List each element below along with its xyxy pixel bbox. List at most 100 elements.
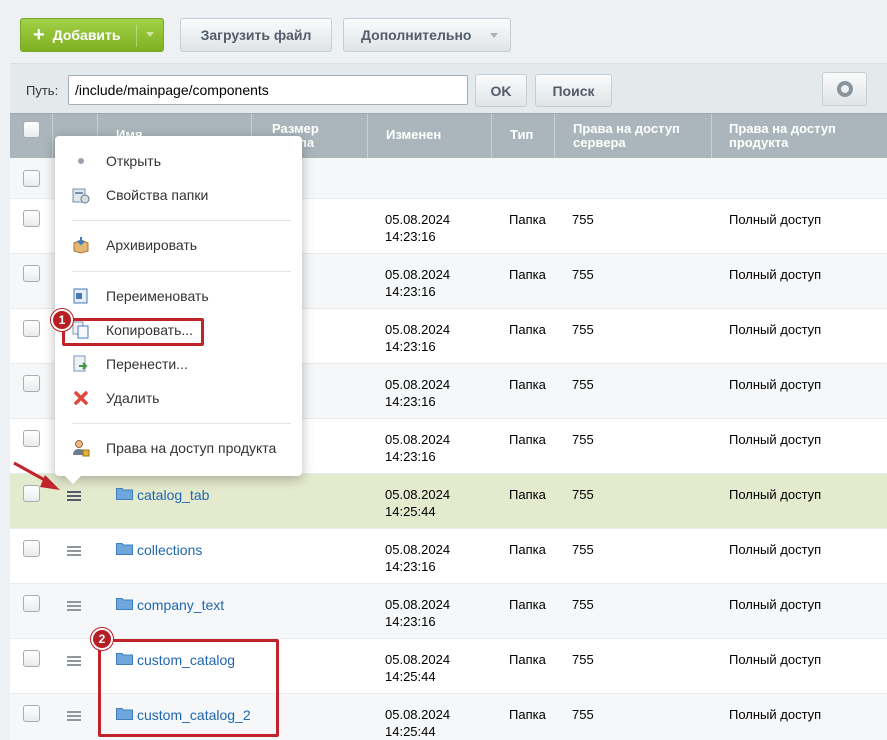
table-row[interactable]: company_text 05.08.2024 14:23:16 Папка 755 По… <box>10 584 887 639</box>
header-select-cell <box>10 114 53 159</box>
row-checkbox[interactable] <box>23 650 40 667</box>
menu-divider <box>72 220 291 221</box>
chevron-down-icon[interactable] <box>146 32 154 37</box>
add-button-separator <box>136 25 137 47</box>
folder-name-link[interactable]: catalog_tab <box>137 487 209 503</box>
row-checkbox[interactable] <box>23 540 40 557</box>
product-rights-cell: Полный доступ <box>729 377 822 392</box>
folder-name-link[interactable]: company_text <box>137 597 224 613</box>
row-checkbox[interactable] <box>23 375 40 392</box>
more-button[interactable]: Дополнительно <box>343 18 511 52</box>
modified-date: 05.08.2024 14:25:44 <box>385 707 451 739</box>
menu-item-delete[interactable]: Удалить <box>55 385 302 411</box>
menu-item-label: Удалить <box>106 390 160 406</box>
server-rights-cell: 755 <box>572 652 594 667</box>
path-input[interactable] <box>68 75 468 105</box>
folder-name-link[interactable]: collections <box>137 542 202 558</box>
add-button-label: Добавить <box>52 27 121 43</box>
search-button[interactable]: Поиск <box>535 74 612 107</box>
upload-file-button[interactable]: Загрузить файл <box>180 18 332 52</box>
server-rights-cell: 755 <box>572 432 594 447</box>
menu-item-move[interactable]: Перенести... <box>55 351 302 377</box>
modified-date: 05.08.2024 14:23:16 <box>385 597 451 629</box>
hamburger-menu-icon[interactable] <box>67 601 81 611</box>
toolbar: + Добавить Загрузить файл Дополнительно <box>0 0 887 60</box>
annotation-copy-highlight <box>62 318 204 346</box>
modified-date: 05.08.2024 14:23:16 <box>385 377 451 409</box>
row-checkbox[interactable] <box>23 430 40 447</box>
ok-button[interactable]: OK <box>475 74 527 107</box>
hamburger-menu-icon[interactable] <box>67 546 81 556</box>
menu-item-archive[interactable]: Архивировать <box>55 232 302 258</box>
hamburger-menu-icon[interactable] <box>67 711 81 721</box>
menu-item-label: Архивировать <box>106 237 198 253</box>
modified-date: 05.08.2024 14:23:16 <box>385 432 451 464</box>
annotation-badge-1: 1 <box>51 309 73 331</box>
menu-item-folder-properties[interactable]: Свойства папки <box>55 182 302 208</box>
column-server-rights[interactable]: Права на доступ сервера <box>555 114 712 159</box>
type-cell: Папка <box>509 432 546 447</box>
modified-date: 05.08.2024 14:23:16 <box>385 267 451 299</box>
chevron-down-icon <box>490 33 498 38</box>
rename-icon <box>73 288 88 304</box>
folder-icon <box>116 598 133 610</box>
row-checkbox[interactable] <box>23 320 40 337</box>
menu-item-label: Свойства папки <box>106 187 209 203</box>
column-product-rights[interactable]: Права на доступ продукта <box>712 114 887 159</box>
menu-item-label: Права на доступ продукта <box>106 440 277 456</box>
type-cell: Папка <box>509 597 546 612</box>
row-checkbox[interactable] <box>23 210 40 227</box>
product-rights-cell: Полный доступ <box>729 652 822 667</box>
menu-item-open[interactable]: Открыть <box>55 148 302 174</box>
type-cell: Папка <box>509 707 546 722</box>
table-row[interactable]: collections 05.08.2024 14:23:16 Папка 755 Пол… <box>10 529 887 584</box>
annotation-badge-2: 2 <box>91 628 113 650</box>
type-cell: Папка <box>509 267 546 282</box>
dot-icon <box>78 158 84 164</box>
server-rights-cell: 755 <box>572 322 594 337</box>
modified-date: 05.08.2024 14:23:16 <box>385 212 451 244</box>
settings-button[interactable] <box>822 72 867 106</box>
product-rights-cell: Полный доступ <box>729 267 822 282</box>
server-rights-cell: 755 <box>572 212 594 227</box>
column-type[interactable]: Тип <box>492 114 555 159</box>
row-checkbox[interactable] <box>23 265 40 282</box>
modified-date: 05.08.2024 14:23:16 <box>385 322 451 354</box>
row-checkbox[interactable] <box>23 705 40 722</box>
product-rights-cell: Полный доступ <box>729 432 822 447</box>
context-menu: Открыть Свойства папки Архивировать Пере… <box>55 136 302 476</box>
add-button[interactable]: + Добавить <box>20 18 164 52</box>
select-all-checkbox[interactable] <box>23 121 40 138</box>
move-icon <box>73 355 88 372</box>
folder-icon <box>116 488 133 500</box>
product-rights-cell: Полный доступ <box>729 597 822 612</box>
gear-icon <box>836 81 853 97</box>
server-rights-cell: 755 <box>572 377 594 392</box>
modified-date: 05.08.2024 14:25:44 <box>385 652 451 684</box>
hamburger-menu-icon[interactable] <box>67 491 81 501</box>
delete-x-icon <box>74 391 88 405</box>
hamburger-menu-icon[interactable] <box>67 656 81 666</box>
more-button-label: Дополнительно <box>361 27 472 43</box>
menu-item-rename[interactable]: Переименовать <box>55 283 302 309</box>
annotation-folders-highlight <box>98 639 279 737</box>
row-checkbox[interactable] <box>23 170 40 187</box>
server-rights-cell: 755 <box>572 267 594 282</box>
table-row[interactable]: catalog_tab 05.08.2024 14:25:44 Папка 755 Пол… <box>10 474 887 529</box>
menu-item-label: Перенести... <box>106 356 188 372</box>
path-bar: Путь: OK Поиск <box>10 63 887 113</box>
menu-item-label: Открыть <box>106 153 161 169</box>
type-cell: Папка <box>509 377 546 392</box>
row-checkbox[interactable] <box>23 485 40 502</box>
archive-box-icon <box>73 237 89 254</box>
plus-icon: + <box>33 24 45 46</box>
product-rights-cell: Полный доступ <box>729 487 822 502</box>
menu-divider <box>72 271 291 272</box>
type-cell: Папка <box>509 212 546 227</box>
row-checkbox[interactable] <box>23 595 40 612</box>
modified-date: 05.08.2024 14:25:44 <box>385 487 451 519</box>
menu-item-product-rights[interactable]: Права на доступ продукта <box>55 435 302 461</box>
context-menu-pointer <box>65 476 81 484</box>
server-rights-cell: 755 <box>572 707 594 722</box>
column-modified[interactable]: Изменен <box>368 114 492 159</box>
